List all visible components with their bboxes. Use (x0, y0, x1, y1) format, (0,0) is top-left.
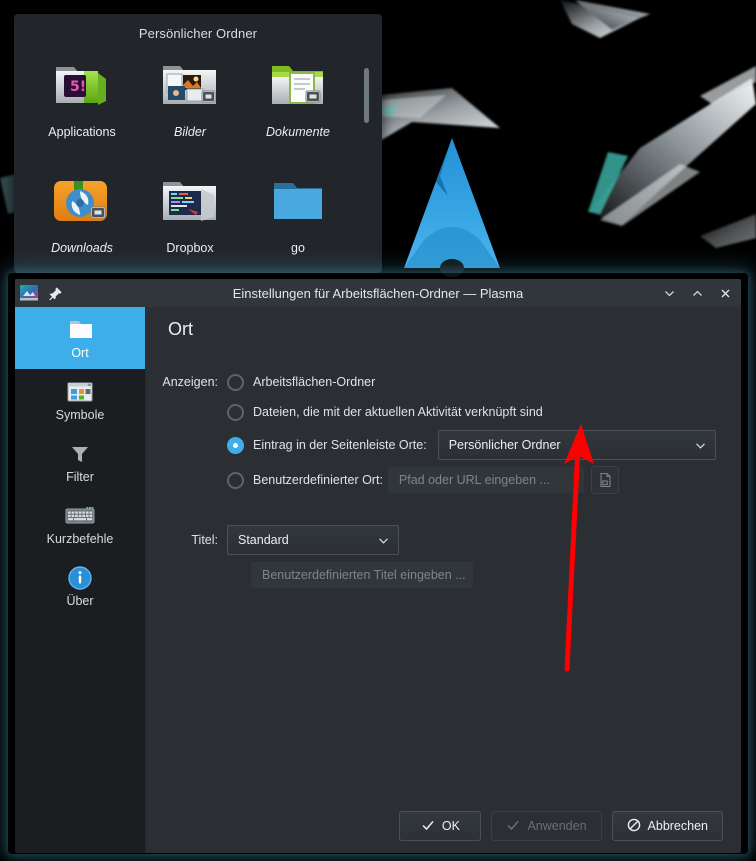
show-label: Anzeigen: (162, 375, 218, 389)
form-row-custom-title: Benutzerdefinierten Titel eingeben ... (146, 562, 741, 588)
radio-places-entry[interactable]: Eintrag in der Seitenleiste Orte: (227, 433, 427, 457)
dialog-footer: OK Anwenden Abbrechen (146, 799, 741, 853)
chevron-up-icon (692, 290, 702, 296)
folder-grid: 5! Applications Bilder Dokumente Downloa… (14, 41, 382, 273)
title-combobox-value: Standard (238, 533, 289, 547)
folder-applications-icon: 5! (50, 53, 114, 117)
cancel-circle-icon (627, 818, 641, 835)
sidebar-item-label: Kurzbefehle (46, 531, 114, 546)
window-buttons (657, 281, 737, 305)
browse-location-button[interactable] (590, 466, 619, 494)
folder-icon (65, 317, 95, 343)
radio-button[interactable] (227, 403, 244, 421)
chevron-down-icon (377, 534, 390, 547)
folder-item-dropbox[interactable]: Dropbox (136, 163, 244, 273)
sidebar-item-label: Über (66, 593, 94, 608)
folder-documents-icon (266, 53, 330, 117)
vertical-scrollbar[interactable] (364, 54, 369, 260)
screen: Persönlicher Ordner 5! Applications Bild… (0, 0, 756, 861)
folder-item-downloads[interactable]: Downloads (28, 163, 136, 273)
check-icon (506, 818, 520, 835)
apply-button-label: Anwenden (527, 819, 587, 833)
minimize-button[interactable] (657, 281, 681, 305)
folder-item-label: Downloads (51, 241, 113, 255)
radio-label: Arbeitsflächen-Ordner (253, 375, 376, 389)
settings-dialog: Einstellungen für Arbeitsflächen-Ordner … (15, 279, 741, 853)
sidebar-item-ort[interactable]: Ort (15, 307, 145, 369)
title-label: Titel: (191, 533, 218, 547)
chevron-down-icon (664, 290, 674, 296)
radio-button[interactable] (227, 373, 244, 391)
titlebar[interactable]: Einstellungen für Arbeitsflächen-Ordner … (15, 279, 741, 307)
folder-item-label: go (291, 241, 305, 255)
folder-downloads-icon (50, 169, 114, 233)
svg-text:5!: 5! (70, 79, 86, 95)
check-icon (421, 818, 435, 835)
keep-above-pin-icon[interactable] (46, 284, 64, 302)
content-pane: Ort Anzeigen: Arbeitsflächen-Ordner Date… (146, 307, 741, 853)
places-combobox[interactable]: Persönlicher Ordner (437, 430, 716, 460)
dialog-body: Ort Symbole Filter Kurzbefehle Über Ort … (15, 307, 741, 853)
folder-pictures-icon (158, 53, 222, 117)
form-row-show: Anzeigen: Arbeitsflächen-Ordner (146, 370, 741, 394)
title-combobox[interactable]: Standard (227, 525, 399, 555)
form-row-title: Titel: Standard (146, 525, 741, 555)
folder-item-label: Applications (48, 125, 116, 139)
folder-item-label: Bilder (174, 125, 206, 139)
sidebar-item-kurzbefehle[interactable]: Kurzbefehle (15, 493, 145, 555)
folder-view-popup[interactable]: Persönlicher Ordner 5! Applications Bild… (14, 14, 382, 273)
funnel-filter-icon (65, 441, 95, 467)
folder-popup-title: Persönlicher Ordner (138, 26, 258, 41)
folder-plain-icon (266, 169, 330, 233)
info-circle-icon (65, 565, 95, 591)
keyboard-icon (65, 503, 95, 529)
places-combobox-value: Persönlicher Ordner (448, 438, 561, 452)
radio-custom-location[interactable]: Benutzerdefinierter Ort: (227, 468, 383, 492)
form-row-custom-location: Benutzerdefinierter Ort: Pfad oder URL e… (146, 466, 741, 494)
scrollbar-thumb[interactable] (364, 68, 369, 123)
document-open-icon (600, 472, 611, 488)
custom-location-input[interactable]: Pfad oder URL eingeben ... (387, 467, 584, 493)
folder-item-label: Dropbox (166, 241, 214, 255)
radio-label: Eintrag in der Seitenleiste Orte: (253, 438, 427, 452)
form-row-places: Eintrag in der Seitenleiste Orte: Persön… (146, 430, 741, 460)
radio-button[interactable] (227, 436, 244, 454)
radio-desktop-folder[interactable]: Arbeitsflächen-Ordner (227, 370, 375, 394)
ok-button[interactable]: OK (399, 811, 482, 841)
chevron-down-icon (694, 439, 707, 452)
radio-label: Dateien, die mit der aktuellen Aktivität… (253, 405, 543, 419)
sidebar-item-ueber[interactable]: Über (15, 555, 145, 617)
folder-item-label: Dokumente (266, 125, 330, 139)
sidebar-item-symbole[interactable]: Symbole (15, 369, 145, 431)
window-title: Einstellungen für Arbeitsflächen-Ordner … (232, 285, 524, 301)
folder-item-dokumente[interactable]: Dokumente (244, 47, 352, 163)
sidebar-item-filter[interactable]: Filter (15, 431, 145, 493)
apply-button: Anwenden (491, 811, 602, 841)
sidebar-item-label: Filter (66, 469, 94, 484)
ok-button-label: OK (441, 819, 460, 833)
custom-title-input[interactable]: Benutzerdefinierten Titel eingeben ... (251, 562, 473, 588)
close-button[interactable] (713, 281, 737, 305)
plasma-folder-settings-icon (20, 284, 38, 302)
sidebar: Ort Symbole Filter Kurzbefehle Über (15, 307, 146, 853)
folder-dropbox-icon (158, 169, 222, 233)
folder-item-bilder[interactable]: Bilder (136, 47, 244, 163)
maximize-button[interactable] (685, 281, 709, 305)
sidebar-item-label: Ort (71, 345, 89, 360)
close-x-icon (721, 289, 729, 297)
sidebar-item-label: Symbole (55, 407, 105, 422)
radio-button[interactable] (227, 471, 244, 489)
radio-activity-files[interactable]: Dateien, die mit der aktuellen Aktivität… (227, 400, 543, 424)
cancel-button-label: Abbrechen (647, 819, 708, 833)
icons-grid-icon (65, 379, 95, 405)
folder-item-applications[interactable]: 5! Applications (28, 47, 136, 163)
page-title: Ort (168, 319, 193, 339)
location-form: Anzeigen: Arbeitsflächen-Ordner Dateien,… (146, 340, 741, 799)
folder-item-go[interactable]: go (244, 163, 352, 273)
radio-label: Benutzerdefinierter Ort: (253, 473, 383, 487)
cancel-button[interactable]: Abbrechen (611, 811, 723, 841)
form-row-activity-files: Dateien, die mit der aktuellen Aktivität… (146, 400, 741, 424)
